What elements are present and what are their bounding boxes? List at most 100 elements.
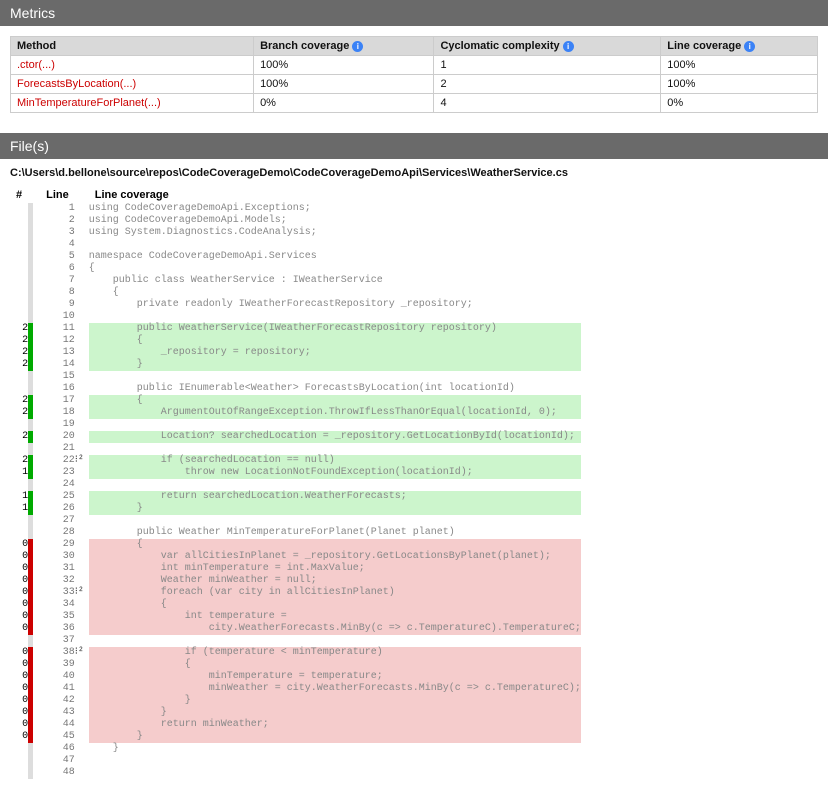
branch-indicator <box>75 683 89 695</box>
line-number: 40 <box>40 671 75 683</box>
method-link[interactable]: .ctor(...) <box>17 59 55 71</box>
branch-indicator <box>75 479 89 491</box>
branch-indicator <box>75 671 89 683</box>
info-icon[interactable]: i <box>563 41 574 52</box>
cyclomatic-cell: 1 <box>434 56 661 75</box>
code-text: } <box>89 707 581 719</box>
code-text: } <box>89 359 581 371</box>
code-line: 19 <box>10 419 581 431</box>
line-number: 28 <box>40 527 75 539</box>
line-number: 24 <box>40 479 75 491</box>
coverage-bar <box>28 239 40 251</box>
branch-indicator <box>75 275 89 287</box>
code-line: 213 _repository = repository; <box>10 347 581 359</box>
branch-indicator <box>75 299 89 311</box>
method-link[interactable]: MinTemperatureForPlanet(...) <box>17 97 161 109</box>
hit-count: 0 <box>10 539 28 551</box>
code-text: return searchedLocation.WeatherForecasts… <box>89 491 581 503</box>
info-icon[interactable]: i <box>744 41 755 52</box>
line-number: 30 <box>40 551 75 563</box>
line-number: 36 <box>40 623 75 635</box>
hit-count: 0 <box>10 551 28 563</box>
code-text <box>89 515 581 527</box>
line-number: 26 <box>40 503 75 515</box>
branch-indicator <box>75 239 89 251</box>
code-line: 8 { <box>10 287 581 299</box>
table-row: MinTemperatureForPlanet(...)0%40% <box>11 94 818 113</box>
branch-indicator <box>75 287 89 299</box>
coverage-bar <box>28 311 40 323</box>
branch-indicator: ⁝² <box>75 587 89 599</box>
col-line: Line coveragei <box>661 37 818 56</box>
branch-indicator <box>75 611 89 623</box>
code-header-line: Line <box>40 187 75 203</box>
code-line: 041 minWeather = city.WeatherForecasts.M… <box>10 683 581 695</box>
hit-count <box>10 515 28 527</box>
code-header-cov: Line coverage <box>89 187 581 203</box>
line-number: 41 <box>40 683 75 695</box>
line-number: 8 <box>40 287 75 299</box>
branch-indicator <box>75 215 89 227</box>
coverage-bar <box>28 227 40 239</box>
coverage-bar <box>28 395 40 407</box>
code-line: 040 minTemperature = temperature; <box>10 671 581 683</box>
code-text: using CodeCoverageDemoApi.Models; <box>89 215 581 227</box>
line-number: 27 <box>40 515 75 527</box>
branch-indicator <box>75 383 89 395</box>
branch-indicator <box>75 503 89 515</box>
branch-indicator <box>75 719 89 731</box>
line-number: 22 <box>40 455 75 467</box>
col-branch: Branch coveragei <box>254 37 434 56</box>
coverage-bar <box>28 743 40 755</box>
coverage-bar <box>28 251 40 263</box>
branch-indicator <box>75 443 89 455</box>
branch-indicator <box>75 635 89 647</box>
hit-count: 0 <box>10 719 28 731</box>
line-number: 43 <box>40 707 75 719</box>
hit-count: 2 <box>10 323 28 335</box>
code-text <box>89 311 581 323</box>
code-text: ArgumentOutOfRangeException.ThrowIfLessT… <box>89 407 581 419</box>
line-coverage-cell: 0% <box>661 94 818 113</box>
hit-count: 0 <box>10 623 28 635</box>
code-line: 212 { <box>10 335 581 347</box>
hit-count: 0 <box>10 575 28 587</box>
line-number: 45 <box>40 731 75 743</box>
line-number: 35 <box>40 611 75 623</box>
branch-indicator <box>75 539 89 551</box>
code-line: 217 { <box>10 395 581 407</box>
coverage-bar <box>28 503 40 515</box>
line-number: 34 <box>40 599 75 611</box>
code-line: 126 } <box>10 503 581 515</box>
code-text: var allCitiesInPlanet = _repository.GetL… <box>89 551 581 563</box>
code-text <box>89 419 581 431</box>
branch-indicator <box>75 203 89 215</box>
hit-count: 0 <box>10 599 28 611</box>
code-text <box>89 479 581 491</box>
code-header-count: # <box>10 187 28 203</box>
method-link[interactable]: ForecastsByLocation(...) <box>17 78 136 90</box>
line-number: 44 <box>40 719 75 731</box>
code-text: foreach (var city in allCitiesInPlanet) <box>89 587 581 599</box>
coverage-bar <box>28 527 40 539</box>
line-number: 20 <box>40 431 75 443</box>
coverage-bar <box>28 419 40 431</box>
coverage-bar <box>28 359 40 371</box>
hit-count: 2 <box>10 455 28 467</box>
coverage-bar <box>28 479 40 491</box>
branch-indicator <box>75 623 89 635</box>
code-text: public WeatherService(IWeatherForecastRe… <box>89 323 581 335</box>
code-text: using CodeCoverageDemoApi.Exceptions; <box>89 203 581 215</box>
code-text <box>89 767 581 779</box>
metrics-section-header: Metrics <box>0 0 828 26</box>
coverage-bar <box>28 563 40 575</box>
branch-indicator <box>75 527 89 539</box>
hit-count <box>10 479 28 491</box>
info-icon[interactable]: i <box>352 41 363 52</box>
code-line: 222⁝² if (searchedLocation == null) <box>10 455 581 467</box>
coverage-bar <box>28 647 40 659</box>
code-line: 034 { <box>10 599 581 611</box>
code-text: public IEnumerable<Weather> ForecastsByL… <box>89 383 581 395</box>
branch-indicator <box>75 227 89 239</box>
branch-indicator <box>75 251 89 263</box>
